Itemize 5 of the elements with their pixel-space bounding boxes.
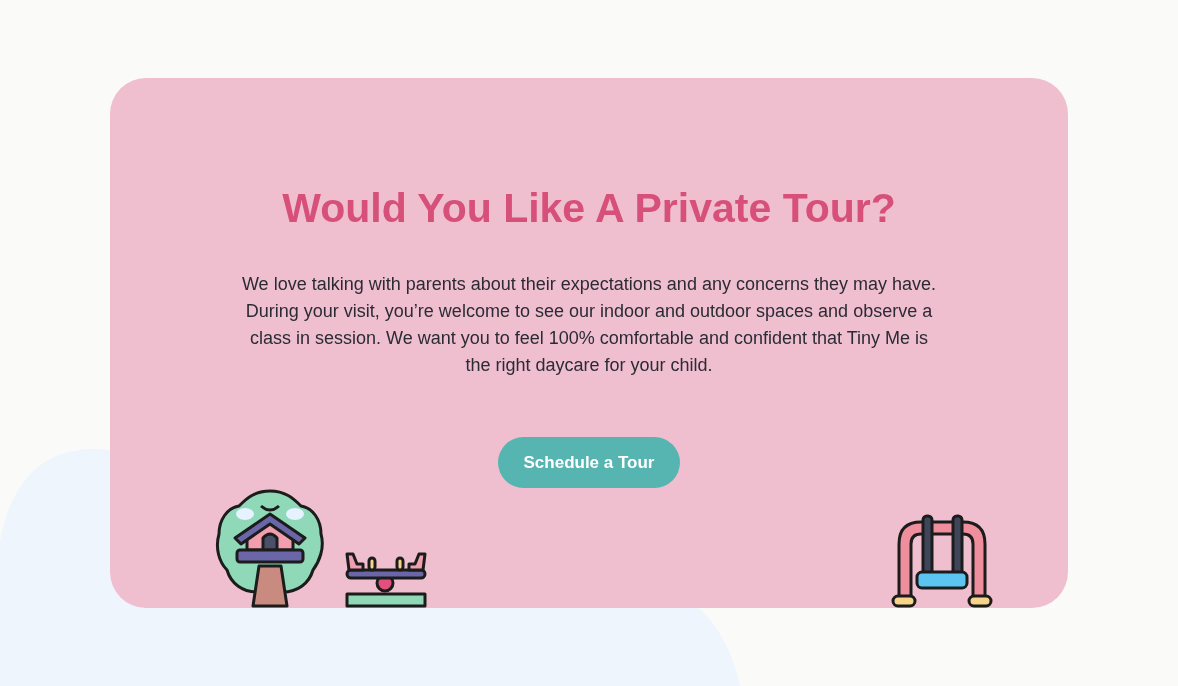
treehouse-icon [213, 488, 327, 608]
card-description: We love talking with parents about their expectations and any concerns they may have. During your visit, you’re welcome to see our indoor and outdoor spaces and observe a class in session. We want you to feel 100% comfortable and confident that Tiny Me is the right daycare for your child. [240, 273, 938, 377]
swing-icon [891, 514, 993, 608]
card-title: Would You Like A Private Tour? [282, 184, 896, 233]
schedule-tour-button[interactable]: Schedule a Tour [498, 437, 680, 488]
